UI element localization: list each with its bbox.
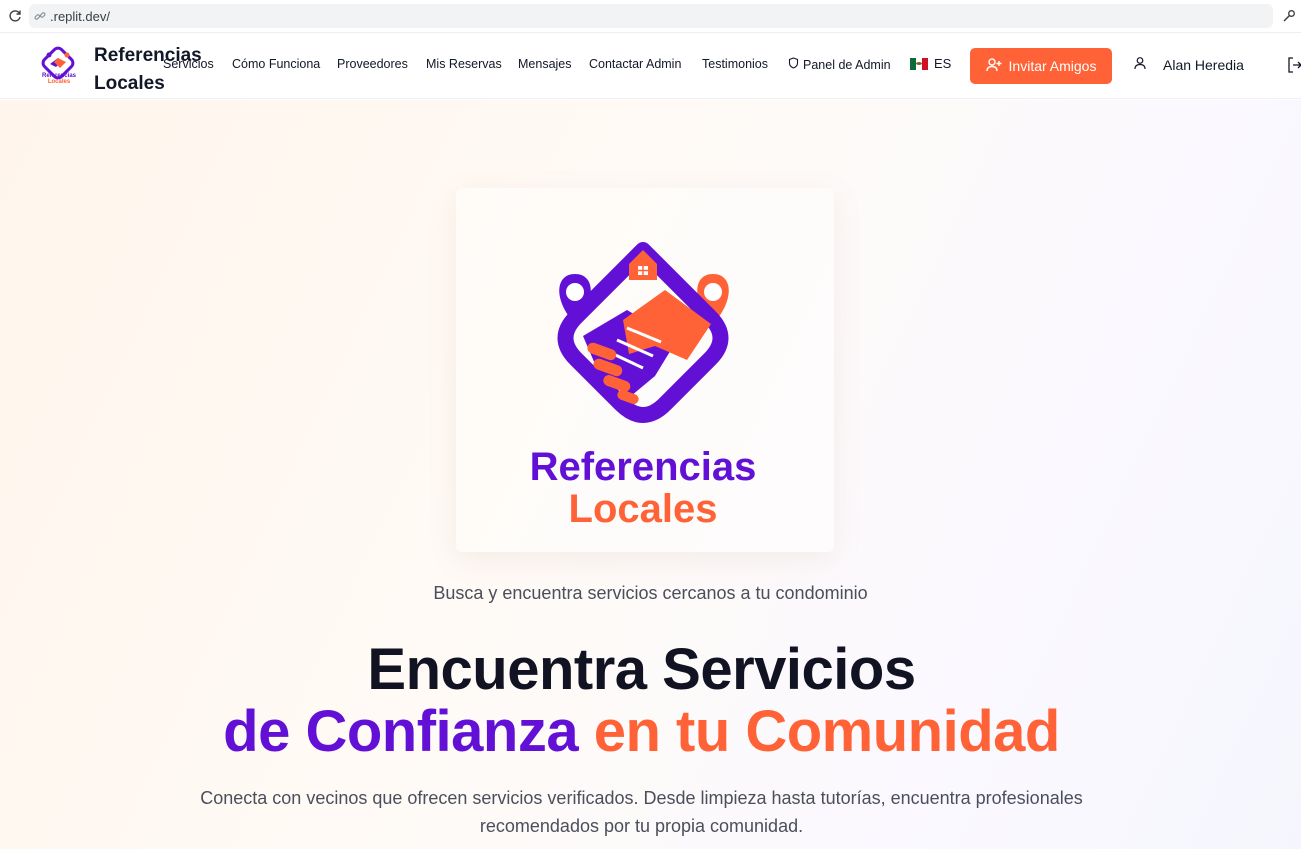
wrench-icon[interactable] — [1280, 7, 1298, 25]
hero-title-line1: Encuentra Servicios — [367, 637, 916, 702]
site-navbar: Referencias Locales Referencias Locales … — [0, 34, 1301, 99]
nav-mis-reservas[interactable]: Mis Reservas — [426, 57, 502, 71]
logout-icon[interactable] — [1287, 56, 1301, 74]
brand-logo-text-bottom: Locales — [47, 79, 71, 85]
reload-icon[interactable] — [6, 7, 24, 25]
nav-panel-admin-label: Panel de Admin — [803, 57, 891, 72]
nav-contactar-admin[interactable]: Contactar Admin — [589, 57, 681, 71]
hero-title-orange: en tu Comunidad — [593, 699, 1061, 764]
hero-section: Referencias Locales Busca y encuentra se… — [0, 100, 1301, 849]
nav-testimonios[interactable]: Testimonios — [702, 57, 768, 71]
nav-como-funciona[interactable]: Cómo Funciona — [232, 57, 320, 71]
url-text: .replit.dev/ — [50, 8, 110, 24]
browser-toolbar: .replit.dev/ — [0, 0, 1301, 33]
address-bar[interactable]: .replit.dev/ — [29, 4, 1273, 28]
language-selector[interactable]: ES — [910, 56, 951, 71]
hero-title-purple: de Confianza — [223, 699, 579, 764]
brand-logo[interactable]: Referencias Locales — [40, 46, 78, 88]
hero-logo: Referencias Locales — [505, 228, 785, 531]
handshake-logo-icon: Referencias Locales — [530, 242, 757, 531]
hero-title-line2: de Confianza en tu Comunidad — [0, 697, 1283, 767]
nav-servicios[interactable]: Servicios — [163, 57, 214, 71]
user-menu[interactable]: Alan Heredia — [1133, 56, 1244, 73]
user-name: Alan Heredia — [1163, 56, 1244, 73]
hero-tagline: Busca y encuentra servicios cercanos a t… — [433, 583, 868, 603]
nav-mensajes[interactable]: Mensajes — [518, 57, 572, 71]
shield-icon — [788, 57, 799, 72]
link-icon — [33, 9, 47, 23]
hero-description: Conecta con vecinos que ofrecen servicio… — [200, 788, 1083, 836]
hero-logo-text-top: Referencias — [530, 445, 757, 489]
user-icon — [1133, 56, 1147, 73]
nav-proveedores[interactable]: Proveedores — [337, 57, 408, 71]
language-label: ES — [934, 56, 952, 71]
hero-logo-text-bottom: Locales — [569, 487, 718, 528]
user-plus-icon — [985, 57, 1002, 76]
invite-friends-label: Invitar Amigos — [1008, 58, 1097, 74]
nav-panel-admin[interactable]: Panel de Admin — [788, 57, 891, 72]
mexico-flag-icon — [910, 57, 928, 70]
invite-friends-button[interactable]: Invitar Amigos — [970, 48, 1112, 84]
